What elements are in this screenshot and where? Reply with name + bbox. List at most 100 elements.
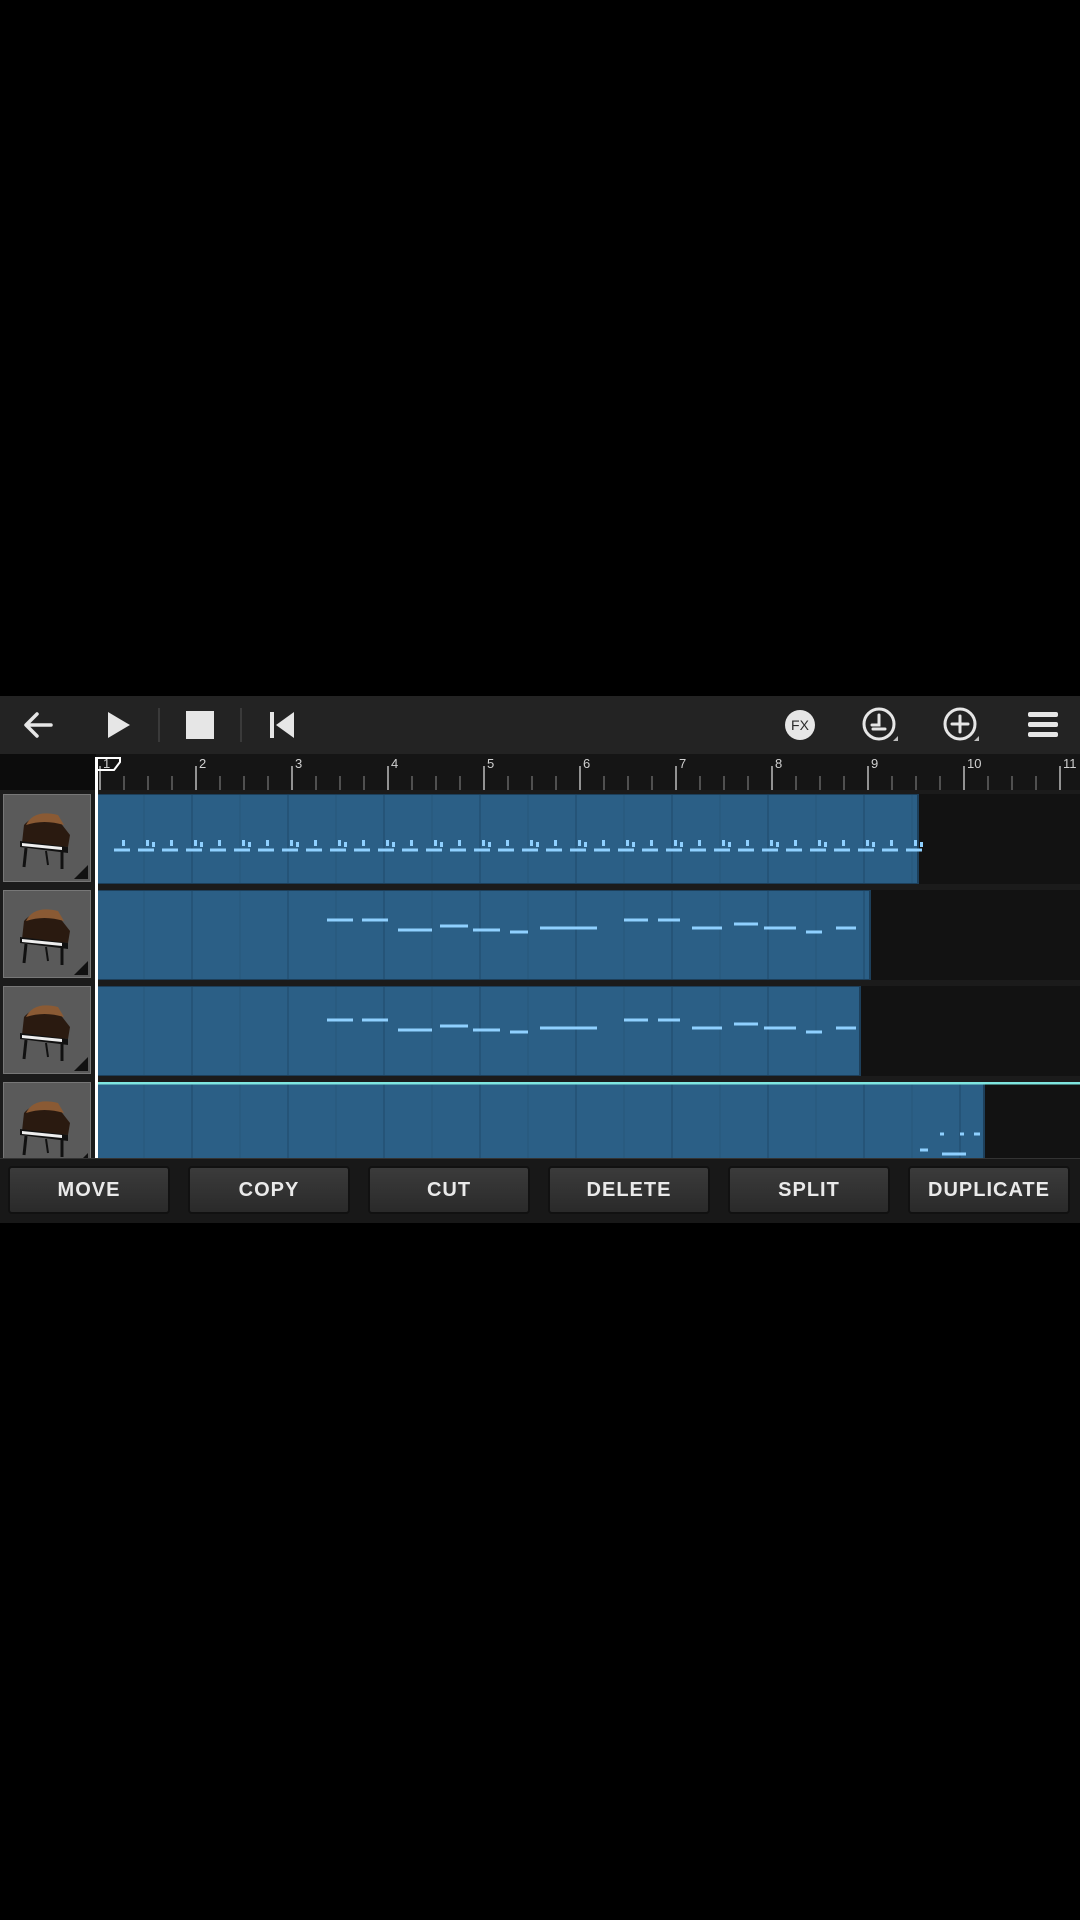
instrument-button[interactable] [3,890,91,978]
bar-number: 3 [295,756,302,771]
midi-note [602,840,605,846]
midi-note [632,842,635,847]
plus-circle-icon [943,707,979,741]
grand-piano-icon [20,1005,88,1071]
midi-note [842,840,845,846]
track-3[interactable] [0,986,1080,1076]
track-1[interactable] [0,794,1080,884]
midi-note [218,840,221,846]
midi-note [824,842,827,847]
track-lane[interactable] [96,890,1080,980]
menu-button[interactable] [1015,700,1071,750]
midi-note [362,840,365,846]
bar-number: 11 [1063,756,1077,771]
bar-number: 9 [871,756,878,771]
duplicate-button[interactable]: DUPLICATE [908,1166,1070,1214]
midi-note [170,840,173,846]
midi-note [146,840,149,846]
midi-note [506,840,509,846]
midi-note [338,840,341,846]
instrument-button[interactable] [3,794,91,882]
midi-note [488,842,491,847]
midi-note [344,842,347,847]
midi-note [152,842,155,847]
split-button[interactable]: SPLIT [728,1166,890,1214]
copy-button[interactable]: COPY [188,1166,350,1214]
bar-number: 7 [679,756,686,771]
bar-number: 2 [199,756,206,771]
midi-note [872,842,875,847]
midi-note [482,840,485,846]
stop-button[interactable] [172,700,228,750]
midi-note [242,840,245,846]
midi-note [458,840,461,846]
midi-region[interactable] [96,1082,1080,1158]
playhead[interactable] [90,754,130,1158]
midi-note [266,840,269,846]
grand-piano-icon [20,1101,88,1158]
fx-label: FX [791,717,810,733]
bar-number: 10 [967,756,981,771]
play-icon [108,712,130,738]
midi-note [440,842,443,847]
midi-note [578,840,581,846]
midi-note [410,840,413,846]
edit-action-bar: MOVE COPY CUT DELETE SPLIT DUPLICATE [0,1158,1080,1223]
midi-note [314,840,317,846]
delete-button[interactable]: DELETE [548,1166,710,1214]
play-button[interactable] [90,700,146,750]
midi-note [674,840,677,846]
midi-note [200,842,203,847]
midi-note [626,840,629,846]
midi-note [890,840,893,846]
track-4[interactable] [0,1082,1080,1158]
metronome-icon [862,707,898,741]
instrument-button[interactable] [3,1082,91,1158]
midi-note [386,840,389,846]
bar-number: 5 [487,756,494,771]
midi-note [536,842,539,847]
track-lane[interactable] [96,794,1080,884]
midi-note [728,842,731,847]
midi-note [554,840,557,846]
cut-button[interactable]: CUT [368,1166,530,1214]
region-body[interactable] [96,890,870,980]
toolbar-divider [240,708,242,742]
midi-note [248,842,251,847]
fx-button[interactable]: FX [772,700,828,750]
midi-region[interactable] [96,986,1080,1076]
midi-note [866,840,869,846]
metronome-button[interactable] [852,700,908,750]
midi-note [746,840,749,846]
instrument-button[interactable] [3,986,91,1074]
toolbar-divider [158,708,160,742]
arrow-left-icon [24,712,53,738]
bar-number: 8 [775,756,782,771]
track-2[interactable] [0,890,1080,980]
move-button[interactable]: MOVE [8,1166,170,1214]
rewind-button[interactable] [254,700,310,750]
midi-region[interactable] [96,794,1080,884]
add-track-button[interactable] [933,700,989,750]
track-lane[interactable] [96,986,1080,1076]
region-body[interactable] [96,1082,984,1158]
midi-note [650,840,653,846]
midi-note [392,842,395,847]
midi-note [920,842,923,847]
midi-note [194,840,197,846]
bar-number: 4 [391,756,398,771]
midi-note [698,840,701,846]
midi-note [914,840,917,846]
skip-to-start-icon [270,712,294,738]
back-button[interactable] [10,700,66,750]
region-body[interactable] [96,794,918,884]
midi-region[interactable] [96,890,1080,980]
hamburger-menu-icon [1028,712,1058,737]
midi-note [770,840,773,846]
track-lane[interactable] [96,1082,1080,1158]
midi-note [818,840,821,846]
timeline-ruler[interactable]: 1 2 3 4 5 6 7 8 9 10 11 [0,754,1080,790]
midi-note [530,840,533,846]
midi-note [296,842,299,847]
midi-note [680,842,683,847]
